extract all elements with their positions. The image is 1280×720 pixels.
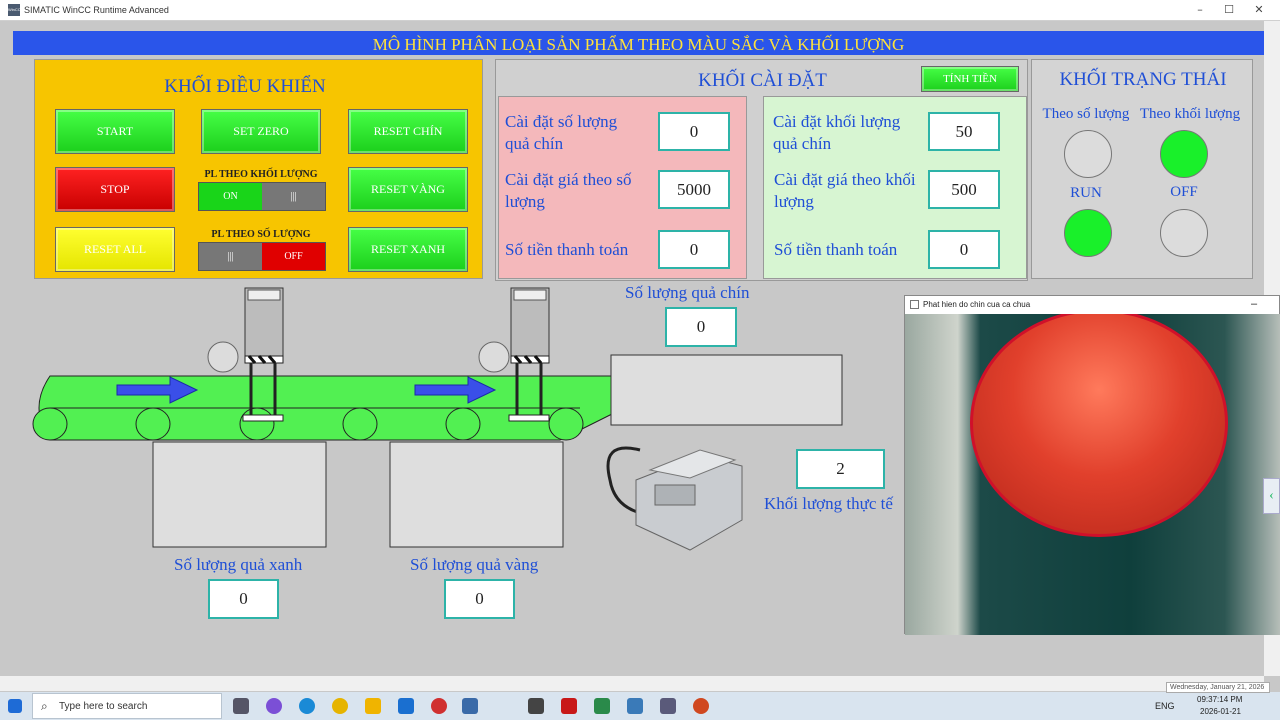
price-count-label: Cài đặt giá theo số lượng [505, 170, 632, 211]
yellow-fruit-bin [389, 441, 564, 548]
taskbar: ⌕ Type here to search ENG 09:37:14 PM 20… [0, 692, 1280, 720]
app-icon[interactable] [594, 698, 610, 714]
maximize-button[interactable]: ☐ [1214, 2, 1244, 18]
copilot-icon[interactable] [266, 698, 282, 714]
reset-chin-button[interactable]: RESET CHÍN [348, 109, 468, 154]
wincc-logo: WinCC [8, 4, 21, 16]
payment-count-field: 0 [658, 230, 730, 269]
control-panel: KHỐI ĐIỀU KHIỂN START SET ZERO RESET CHÍ… [34, 59, 483, 279]
payment-weight-field: 0 [928, 230, 1000, 269]
app-icon[interactable] [660, 698, 676, 714]
reset-vang-button[interactable]: RESET VÀNG [348, 167, 468, 212]
ripe-fruit-bin [610, 354, 843, 426]
ripe-count-field: 0 [665, 307, 737, 347]
price-count-field[interactable]: 5000 [658, 170, 730, 209]
camera-window-icon [910, 300, 919, 309]
by-count-label: Theo số lượng [1042, 106, 1130, 122]
window-title: SIMATIC WinCC Runtime Advanced [24, 5, 169, 15]
task-view-icon[interactable] [233, 698, 249, 714]
price-weight-field[interactable]: 500 [928, 170, 1000, 209]
by-weight-indicator [1160, 130, 1208, 178]
camera-window[interactable]: Phat hien do chin cua ca chua – [904, 295, 1280, 635]
tinh-tien-button[interactable]: TÍNH TIỀN [921, 66, 1019, 92]
clock-time[interactable]: 09:37:14 PM [1197, 695, 1242, 704]
language-indicator[interactable]: ENG [1155, 701, 1175, 711]
off-indicator [1160, 209, 1208, 257]
python-icon[interactable] [627, 698, 643, 714]
pl-khoi-luong-toggle[interactable]: ON ||| [198, 182, 326, 211]
set-zero-button[interactable]: SET ZERO [201, 109, 321, 154]
green-count-field: 0 [208, 579, 279, 619]
page-title: MÔ HÌNH PHÂN LOẠI SẢN PHẨM THEO MÀU SẮC … [13, 31, 1264, 55]
price-weight-label: Cài đặt giá theo khối lượng [774, 170, 916, 211]
payment-weight-label: Số tiền thanh toán [774, 240, 898, 259]
count-setting-field[interactable]: 0 [658, 112, 730, 151]
file-explorer-icon[interactable] [365, 698, 381, 714]
wincc-icon[interactable] [528, 698, 544, 714]
count-setting-label: Cài đặt số lượng quả chín [505, 112, 618, 153]
acrobat-icon[interactable] [561, 698, 577, 714]
pl-so-luong-label: PL THEO SỐ LƯỢNG [211, 229, 311, 240]
run-indicator [1064, 209, 1112, 257]
by-count-indicator [1064, 130, 1112, 178]
start-button[interactable]: START [55, 109, 175, 154]
green-count-label: Số lượng quả xanh [174, 555, 303, 574]
toggle-on-segment: ON [199, 183, 262, 210]
run-label: RUN [1070, 185, 1102, 201]
toggle-state-segment: OFF [262, 243, 325, 270]
pl-khoi-luong-label: PL THEO KHỐI LƯỢNG [204, 169, 318, 180]
sensor-icon [207, 341, 239, 373]
by-weight-label: Theo khối lượng [1139, 106, 1241, 122]
load-cell-icon [606, 446, 743, 551]
side-panel-expand-icon[interactable]: ‹ [1263, 478, 1280, 514]
weight-setup-section: Cài đặt khối lượng quả chín 50 Cài đặt g… [763, 96, 1027, 279]
date-tooltip: Wednesday, January 21, 2026 [1166, 682, 1270, 693]
chrome-icon[interactable] [332, 698, 348, 714]
status-panel: KHỐI TRẠNG THÁI Theo số lượng Theo khối … [1031, 59, 1253, 279]
powerpoint-icon[interactable] [693, 698, 709, 714]
weight-setting-label: Cài đặt khối lượng quả chín [773, 112, 901, 153]
edge-icon[interactable] [299, 698, 315, 714]
minimize-button[interactable]: – [1185, 2, 1215, 18]
yellow-count-label: Số lượng quả vàng [410, 555, 539, 574]
search-placeholder: Type here to search [59, 701, 148, 712]
sensor-icon [478, 341, 510, 373]
off-label: OFF [1170, 184, 1198, 200]
toggle-off-segment: ||| [262, 183, 325, 210]
actual-weight-label: Khối lượng thực tế [764, 494, 893, 513]
camera-window-title: Phat hien do chin cua ca chua [923, 300, 1031, 309]
horizontal-scrollbar[interactable] [0, 676, 1264, 691]
payment-count-label: Số tiền thanh toán [505, 240, 629, 259]
app-icon[interactable] [431, 698, 447, 714]
app-icon[interactable] [398, 698, 414, 714]
yellow-count-field: 0 [444, 579, 515, 619]
camera-titlebar: Phat hien do chin cua ca chua – [905, 296, 1279, 314]
weight-setting-field[interactable]: 50 [928, 112, 1000, 151]
stop-button[interactable]: STOP [55, 167, 175, 212]
control-panel-title: KHỐI ĐIỀU KHIỂN [164, 76, 326, 97]
actual-weight-field: 2 [796, 449, 885, 489]
toggle-off-segment: ||| [199, 243, 262, 270]
windows-start-icon[interactable] [8, 699, 22, 713]
pl-so-luong-toggle[interactable]: ||| OFF [198, 242, 326, 271]
window-titlebar: WinCC SIMATIC WinCC Runtime Advanced – ☐… [0, 0, 1280, 21]
count-setup-section: Cài đặt số lượng quả chín 0 Cài đặt giá … [498, 96, 747, 279]
minimize-icon[interactable]: – [1251, 298, 1257, 310]
tia-portal-icon[interactable] [462, 698, 478, 714]
status-panel-title: KHỐI TRẠNG THÁI [1059, 69, 1227, 90]
close-button[interactable]: ✕ [1244, 2, 1274, 18]
reset-xanh-button[interactable]: RESET XANH [348, 227, 468, 272]
tomato-detection [970, 314, 1228, 537]
search-icon: ⌕ [41, 699, 48, 713]
reset-all-button[interactable]: RESET ALL [55, 227, 175, 272]
clock-date[interactable]: 2026-01-21 [1200, 707, 1241, 716]
taskbar-search[interactable]: ⌕ Type here to search [32, 693, 222, 719]
ripe-count-label: Số lượng quả chín [625, 283, 750, 302]
green-fruit-bin [152, 441, 327, 548]
setup-panel: KHỐI CÀI ĐẶT TÍNH TIỀN Cài đặt số lượng … [495, 59, 1028, 281]
camera-feed [905, 314, 1280, 635]
